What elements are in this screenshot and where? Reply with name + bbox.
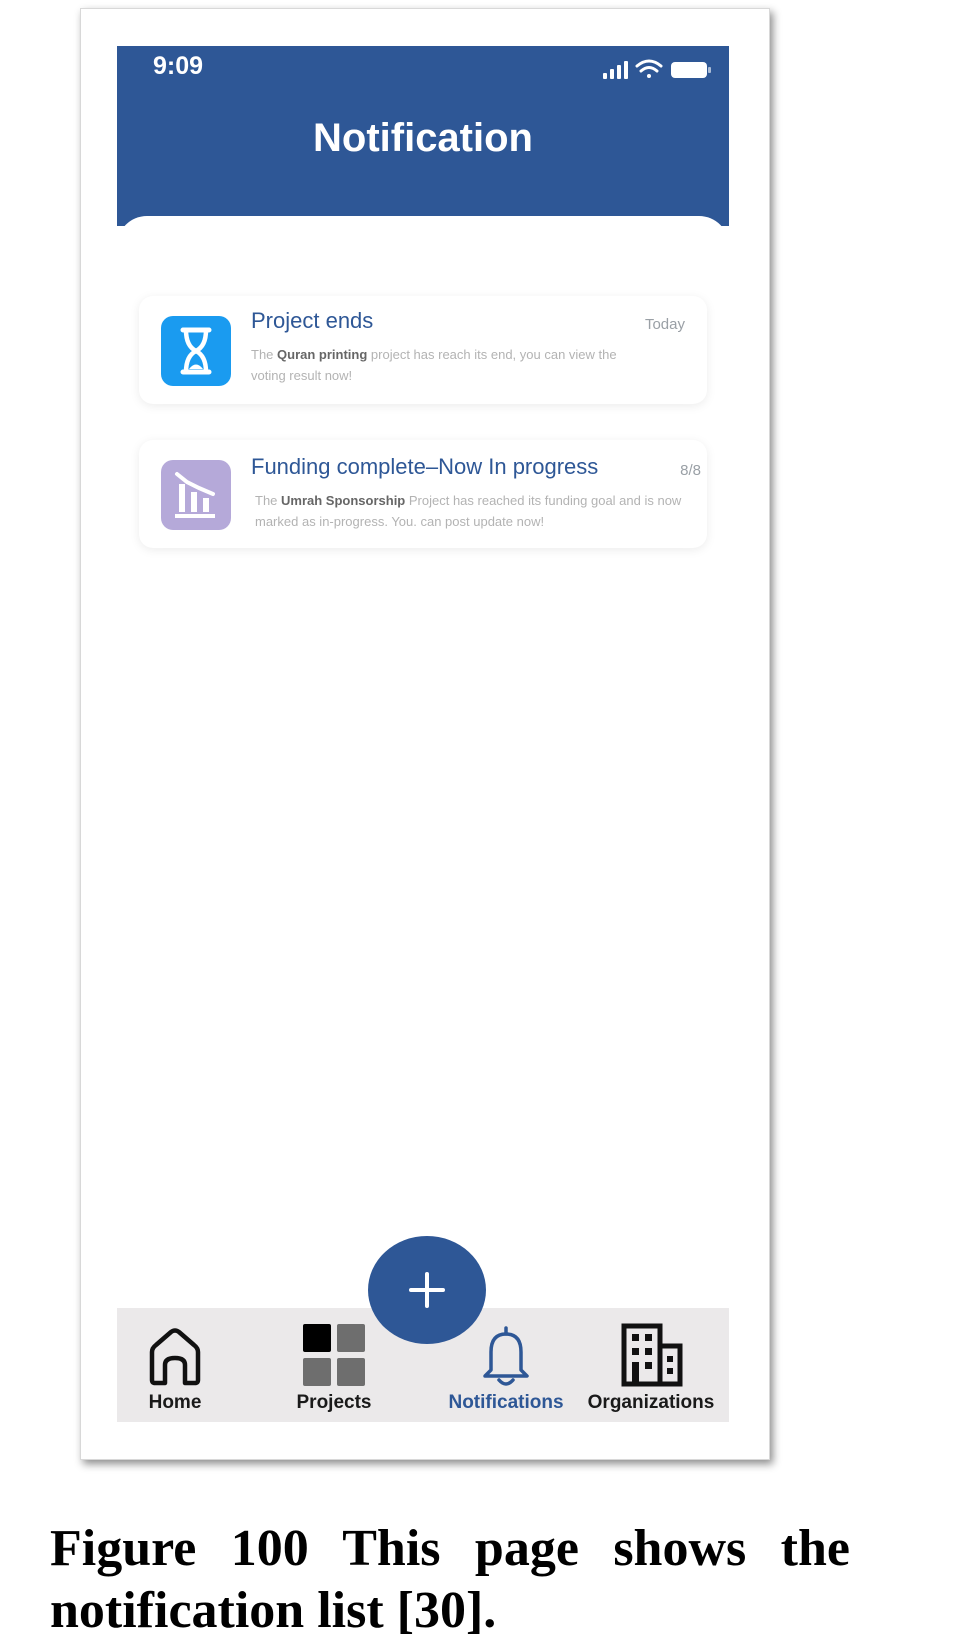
signal-icon: [603, 61, 628, 79]
body-project-name: Quran printing: [277, 347, 368, 362]
notification-item[interactable]: Funding complete–Now In progress 8/8 The…: [139, 440, 707, 548]
nav-label-organizations: Organizations: [587, 1392, 715, 1413]
notification-item[interactable]: Project ends Today The Quran printing pr…: [139, 296, 707, 404]
status-time: 9:09: [153, 52, 204, 80]
notification-body: The Quran printing project has reach its…: [251, 344, 631, 386]
battery-icon: [671, 62, 711, 78]
plus-icon: [409, 1272, 445, 1308]
body-prefix: The: [251, 347, 278, 362]
chart-icon: [175, 472, 215, 518]
nav-item-organizations[interactable]: Organizations: [576, 1320, 726, 1420]
nav-label-notifications: Notifications: [448, 1392, 564, 1413]
app-header: 9:09 Notification: [117, 46, 729, 226]
page-title: Notification: [313, 116, 533, 160]
notification-icon-tile: [161, 460, 231, 530]
notification-date: 8/8: [680, 462, 701, 479]
figure-caption: Figure 100 This page shows the notificat…: [50, 1520, 850, 1639]
nav-label-home: Home: [148, 1392, 202, 1413]
add-button[interactable]: [368, 1236, 486, 1344]
status-icons: [603, 59, 711, 79]
body-project-name: Umrah Sponsorship: [281, 493, 406, 508]
notification-date: Today: [644, 316, 685, 333]
notification-title: Funding complete–Now In progress: [251, 454, 599, 479]
notification-icon-tile: [161, 316, 231, 386]
body-prefix: The: [255, 493, 282, 508]
hourglass-icon: [180, 327, 212, 375]
wifi-icon: [635, 59, 663, 78]
nav-item-home[interactable]: Home: [117, 1320, 250, 1420]
nav-label-projects: Projects: [296, 1392, 372, 1413]
phone-screen: 9:09 Notification Project ends Today The…: [117, 46, 729, 1422]
grid-icon: [303, 1324, 365, 1386]
building-icon: [621, 1323, 683, 1387]
notification-body: The Umrah Sponsorship Project has reache…: [255, 490, 705, 532]
notification-title: Project ends: [251, 308, 374, 333]
home-icon: [149, 1328, 201, 1386]
